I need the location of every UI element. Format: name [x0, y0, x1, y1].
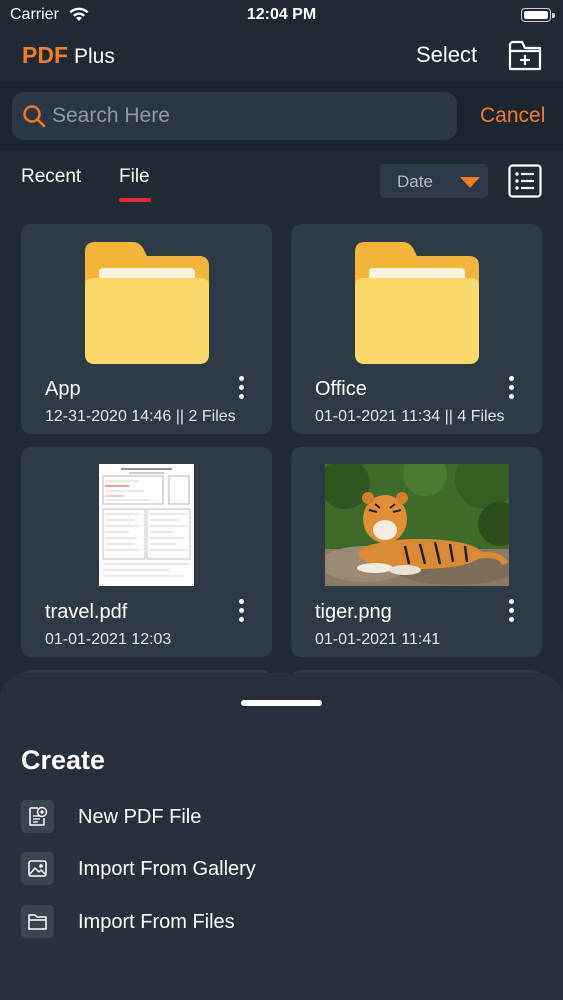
gallery-icon [21, 852, 54, 885]
import-from-files-item[interactable]: Import From Files [0, 900, 563, 944]
more-options-icon[interactable] [505, 599, 517, 625]
file-name: Office [315, 378, 367, 400]
list-view-icon [508, 164, 542, 198]
nav-bar: PDF Plus Select [0, 30, 563, 82]
file-name: tiger.png [315, 601, 392, 623]
new-folder-icon [508, 40, 542, 71]
status-bar: Carrier 12:04 PM [0, 0, 563, 30]
sort-selected-label: Date [397, 172, 433, 191]
sheet-item-label: New PDF File [78, 806, 202, 828]
tiger-image-thumbnail [325, 464, 509, 586]
sort-dropdown[interactable]: Date [380, 164, 488, 198]
file-name: App [45, 378, 81, 400]
create-new-pdf-item[interactable]: New PDF File [0, 795, 563, 839]
import-from-gallery-item[interactable]: Import From Gallery [0, 847, 563, 891]
app-logo: PDF Plus [22, 42, 115, 69]
tab-recent[interactable]: Recent [21, 166, 81, 188]
search-box[interactable] [12, 92, 457, 140]
sheet-item-label: Import From Gallery [78, 858, 256, 880]
sheet-item-label: Import From Files [78, 911, 235, 933]
new-pdf-icon [21, 800, 54, 833]
file-meta: 01-01-2021 12:03 [45, 631, 172, 648]
active-tab-indicator [119, 198, 151, 202]
battery-icon [521, 8, 555, 22]
folder-icon [21, 905, 54, 938]
more-options-icon[interactable] [235, 599, 247, 625]
logo-plus-text: Plus [74, 45, 115, 68]
tab-file[interactable]: File [119, 166, 150, 188]
file-meta: 01-01-2021 11:41 [315, 631, 441, 648]
more-options-icon[interactable] [235, 376, 247, 402]
select-button[interactable]: Select [416, 42, 477, 68]
list-view-button[interactable] [508, 164, 542, 198]
search-input[interactable] [52, 92, 447, 140]
cancel-button[interactable]: Cancel [480, 104, 545, 128]
pdf-thumbnail [99, 464, 194, 586]
folder-icon [85, 242, 209, 364]
more-options-icon[interactable] [505, 376, 517, 402]
sheet-grabber-handle[interactable] [241, 700, 322, 706]
tabs-row: Recent File Date [0, 150, 563, 212]
search-row: Cancel [0, 82, 563, 150]
file-meta: 12-31-2020 14:46 || 2 Files [45, 408, 236, 425]
sheet-title: Create [21, 745, 106, 775]
file-card-travel-pdf[interactable]: travel.pdf 01-01-2021 12:03 [21, 447, 272, 657]
folder-icon [355, 242, 479, 364]
file-card-office[interactable]: Office 01-01-2021 11:34 || 4 Files [291, 224, 542, 434]
file-card-app[interactable]: App 12-31-2020 14:46 || 2 Files [21, 224, 272, 434]
file-name: travel.pdf [45, 601, 128, 623]
create-bottom-sheet: Create New PDF File Import From Gallery [0, 673, 563, 1000]
file-meta: 01-01-2021 11:34 || 4 Files [315, 408, 505, 425]
file-card-tiger-png[interactable]: tiger.png 01-01-2021 11:41 [291, 447, 542, 657]
new-folder-button[interactable] [506, 36, 544, 74]
logo-pdf-text: PDF [22, 42, 68, 68]
caret-down-icon [460, 177, 480, 188]
status-time: 12:04 PM [246, 6, 317, 23]
search-icon [23, 105, 46, 128]
